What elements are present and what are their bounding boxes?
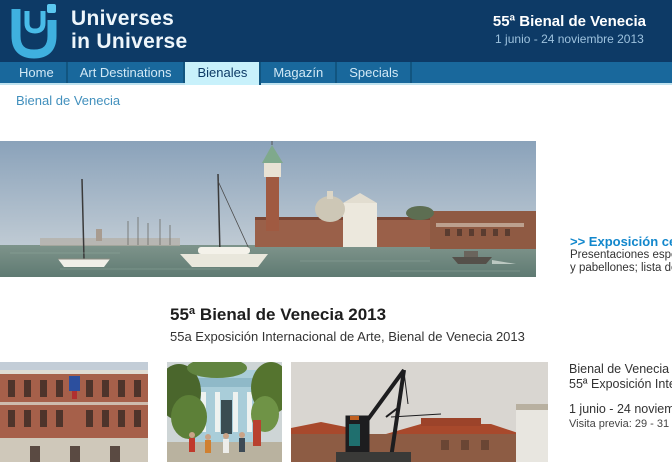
thumbnail-arsenale-crane[interactable] xyxy=(291,362,548,462)
nav-item-home[interactable]: Home xyxy=(7,62,68,83)
brand[interactable]: Universes in Universe xyxy=(71,7,188,53)
event-details-spacer xyxy=(569,392,672,402)
nav-underline xyxy=(0,83,672,85)
sidebar-teaser: >> Exposición central Presentaciones esp… xyxy=(570,234,672,274)
sidebar-description-line1: Presentaciones especiales xyxy=(570,249,672,262)
page: Universes in Universe 55ª Bienal de Vene… xyxy=(0,0,672,448)
event-details-line-4: Visita previa: 29 - 31 mayo 2013 xyxy=(569,417,672,431)
page-subtitle: 55a Exposición Internacional de Arte, Bi… xyxy=(170,329,525,344)
arsenale-crane-illustration xyxy=(291,362,548,462)
thumbnail-palazzo[interactable] xyxy=(0,362,148,462)
venice-panorama-illustration xyxy=(0,141,536,277)
event-title: 55ª Bienal de Venecia xyxy=(493,13,646,31)
event-dates: 1 junio - 24 noviembre 2013 xyxy=(493,31,646,47)
thumbnail-giardini[interactable] xyxy=(167,362,282,462)
brand-line-1: Universes xyxy=(71,7,188,30)
giardini-entrance-illustration xyxy=(167,362,282,462)
event-details-line-2: 55ª Exposición Internacional de Arte xyxy=(569,377,672,392)
palazzo-facade-illustration xyxy=(0,362,148,462)
main-nav: HomeArt DestinationsBienalesMagazínSpeci… xyxy=(0,62,672,83)
nav-item-magazin[interactable]: Magazín xyxy=(261,62,337,83)
nav-item-bienales[interactable]: Bienales xyxy=(185,62,261,85)
ui-logo-icon xyxy=(10,3,58,60)
event-details-line-3: 1 junio - 24 noviembre 2013 xyxy=(569,402,672,417)
event-details-line-1: Bienal de Venecia xyxy=(569,362,672,377)
header: Universes in Universe 55ª Bienal de Vene… xyxy=(0,0,672,62)
breadcrumb-link[interactable]: Bienal de Venecia xyxy=(16,93,120,108)
page-title: 55ª Bienal de Venecia 2013 xyxy=(170,305,386,325)
sidebar-link-exposicion[interactable]: >> Exposición central xyxy=(570,234,672,249)
nav-item-art-destinations[interactable]: Art Destinations xyxy=(68,62,186,83)
event-info: 55ª Bienal de Venecia 1 junio - 24 novie… xyxy=(493,13,646,47)
nav-item-specials[interactable]: Specials xyxy=(337,62,412,83)
brand-line-2: in Universe xyxy=(71,30,188,53)
sidebar-description-line2: y pabellones; lista de artistas xyxy=(570,262,672,275)
logo[interactable] xyxy=(10,3,58,60)
hero-image-venice xyxy=(0,141,536,277)
event-details: Bienal de Venecia 55ª Exposición Interna… xyxy=(569,362,672,431)
